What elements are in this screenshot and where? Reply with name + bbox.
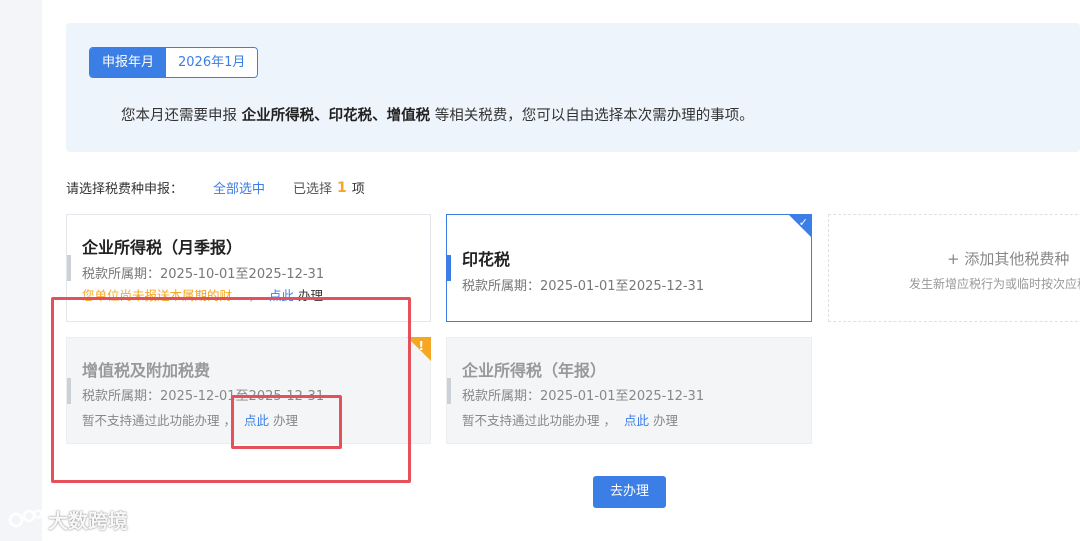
selected-suffix: 项 [351,182,365,197]
go-handle-button[interactable]: 去办理 [593,476,666,508]
card-note-sep: ， [603,413,617,428]
notice-text: 您本月还需要申报 企业所得税、印花税、增值税 等相关税费，您可以自由选择本次需办… [121,104,754,125]
left-gutter [0,0,42,541]
watermark-logo-icon [8,508,43,527]
notice-prefix: 您本月还需要申报 [121,108,237,124]
watermark-text: 大数跨境 [48,509,128,533]
card-period: 税款所属期：2025-10-01至2025-12-31 [82,267,325,282]
selected-count: 1 [337,179,347,196]
card-title: 印花税 [462,250,511,269]
selection-prompt: 请选择税费种申报： [66,182,184,197]
add-tax-hint: 发生新增应税行为或临时按次应税 [909,277,1080,291]
card-title: 企业所得税（月季报） [82,238,243,257]
add-tax-card[interactable]: + 添加其他税费种 发生新增应税行为或临时按次应税 [828,214,1080,322]
card-accent-bar [67,255,71,281]
card-period: 税款所属期：2025-01-01至2025-12-31 [462,279,705,294]
card-title: 企业所得税（年报） [462,361,607,380]
selection-bar: 请选择税费种申报： 全部选中 已选择 1 项 [66,178,365,198]
card-handle-link[interactable]: 点此 [624,413,649,428]
add-tax-label: + 添加其他税费种 [947,250,1070,268]
card-action-text: 办理 [652,413,678,428]
tax-card-stamp-duty[interactable]: ✓ 印花税 税款所属期：2025-01-01至2025-12-31 [446,214,812,322]
period-selector[interactable]: 申报年月 2026年1月 [89,47,259,78]
notice-taxes: 企业所得税、印花税、增值税 [241,108,431,124]
check-icon: ✓ [798,216,808,229]
card-accent-bar [447,378,451,404]
tax-card-cit-annual: 企业所得税（年报） 税款所属期：2025-01-01至2025-12-31 暂不… [446,337,812,444]
period-value[interactable]: 2026年1月 [166,48,258,77]
notice-suffix: 等相关税费，您可以自由选择本次需办理的事项。 [434,108,754,124]
card-accent-bar [447,255,451,281]
watermark: 大数跨境 [8,505,128,534]
select-all-link[interactable]: 全部选中 [213,178,265,197]
selected-prefix: 已选择 [293,182,333,197]
card-period: 税款所属期：2025-01-01至2025-12-31 [462,389,705,404]
annotation-box-small [231,395,342,449]
card-note-text: 暂不支持通过此功能办理 [462,413,600,428]
period-label: 申报年月 [90,48,167,77]
notice-banner [66,23,1080,152]
annotation-box-large [51,297,411,483]
exclamation-icon: ! [418,339,424,353]
card-note: 暂不支持通过此功能办理 ， 点此 办理 [462,410,678,429]
